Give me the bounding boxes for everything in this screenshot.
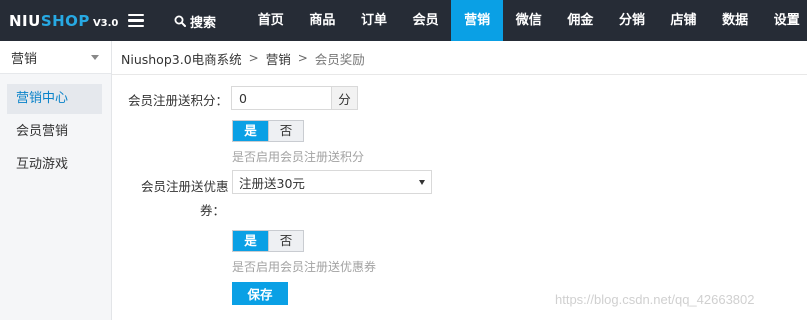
nav-item-data[interactable]: 数据: [709, 0, 761, 41]
nav-item-distribution[interactable]: 分销: [606, 0, 658, 41]
breadcrumb-root[interactable]: Niushop3.0电商系统: [121, 49, 242, 68]
sidebar-section-toggle[interactable]: 营销: [0, 41, 111, 74]
logo[interactable]: NIUSHOP V3.0: [9, 12, 118, 30]
coupon-select-value: 注册送30元: [239, 175, 305, 191]
breadcrumb-current: 会员奖励: [314, 51, 365, 67]
coupon-label-line2: 券：: [200, 203, 226, 218]
search-label: 搜索: [190, 15, 217, 31]
points-enable-toggle: 是 否: [232, 120, 304, 142]
coupon-label-line1: 会员注册送优惠: [141, 179, 229, 194]
breadcrumb-marketing[interactable]: 营销: [266, 49, 291, 68]
nav-item-settings[interactable]: 设置: [761, 0, 807, 41]
coupon-select[interactable]: 注册送30元: [232, 170, 432, 194]
main-nav: 首页 商品 订单 会员 营销 微信 佣金 分销 店铺 数据 设置: [245, 0, 807, 41]
search-icon: [174, 15, 186, 27]
points-input[interactable]: 0: [231, 86, 332, 110]
nav-item-goods[interactable]: 商品: [297, 0, 349, 41]
sidebar-item-interactive-games[interactable]: 互动游戏: [7, 150, 102, 180]
chevron-right-icon: >: [248, 51, 259, 65]
sidebar-item-marketing-center[interactable]: 营销中心: [7, 84, 102, 114]
hamburger-menu-icon[interactable]: [128, 14, 144, 28]
search-button[interactable]: 搜索: [174, 12, 217, 31]
coupon-enable-toggle: 是 否: [232, 230, 304, 252]
nav-item-commission[interactable]: 佣金: [555, 0, 607, 41]
nav-item-wechat[interactable]: 微信: [503, 0, 555, 41]
sidebar-section-title: 营销: [11, 51, 38, 67]
nav-item-members[interactable]: 会员: [400, 0, 452, 41]
nav-item-shop[interactable]: 店铺: [658, 0, 710, 41]
coupon-toggle-yes[interactable]: 是: [233, 231, 268, 251]
points-help-text: 是否启用会员注册送积分: [232, 150, 365, 164]
points-toggle-yes[interactable]: 是: [233, 121, 268, 141]
chevron-down-icon: [91, 54, 99, 60]
points-toggle-no[interactable]: 否: [268, 121, 303, 141]
nav-item-marketing[interactable]: 营销: [451, 0, 503, 41]
dropdown-arrow-icon: [419, 180, 425, 185]
nav-item-orders[interactable]: 订单: [348, 0, 400, 41]
breadcrumb: Niushop3.0电商系统 > 营销 > 会员奖励: [121, 49, 365, 68]
coupon-help-text: 是否启用会员注册送优惠券: [232, 260, 377, 274]
logo-text-left: NIU: [9, 12, 41, 30]
nav-item-home[interactable]: 首页: [245, 0, 297, 41]
points-label: 会员注册送积分：: [128, 93, 229, 108]
top-navbar: NIUSHOP V3.0 搜索 首页 商品 订单 会员 营销 微信 佣金 分销 …: [0, 0, 807, 41]
logo-text-right: SHOP: [40, 12, 90, 30]
chevron-right-icon: >: [297, 51, 308, 65]
coupon-toggle-no[interactable]: 否: [268, 231, 303, 251]
logo-version: V3.0: [92, 18, 119, 29]
sidebar: 营销 营销中心 会员营销 互动游戏: [0, 41, 112, 320]
watermark: https://blog.csdn.net/qq_42663802: [555, 292, 755, 307]
sidebar-item-member-marketing[interactable]: 会员营销: [7, 117, 102, 147]
points-unit: 分: [331, 86, 358, 110]
breadcrumb-divider: [112, 74, 807, 75]
save-button[interactable]: 保存: [232, 282, 288, 305]
